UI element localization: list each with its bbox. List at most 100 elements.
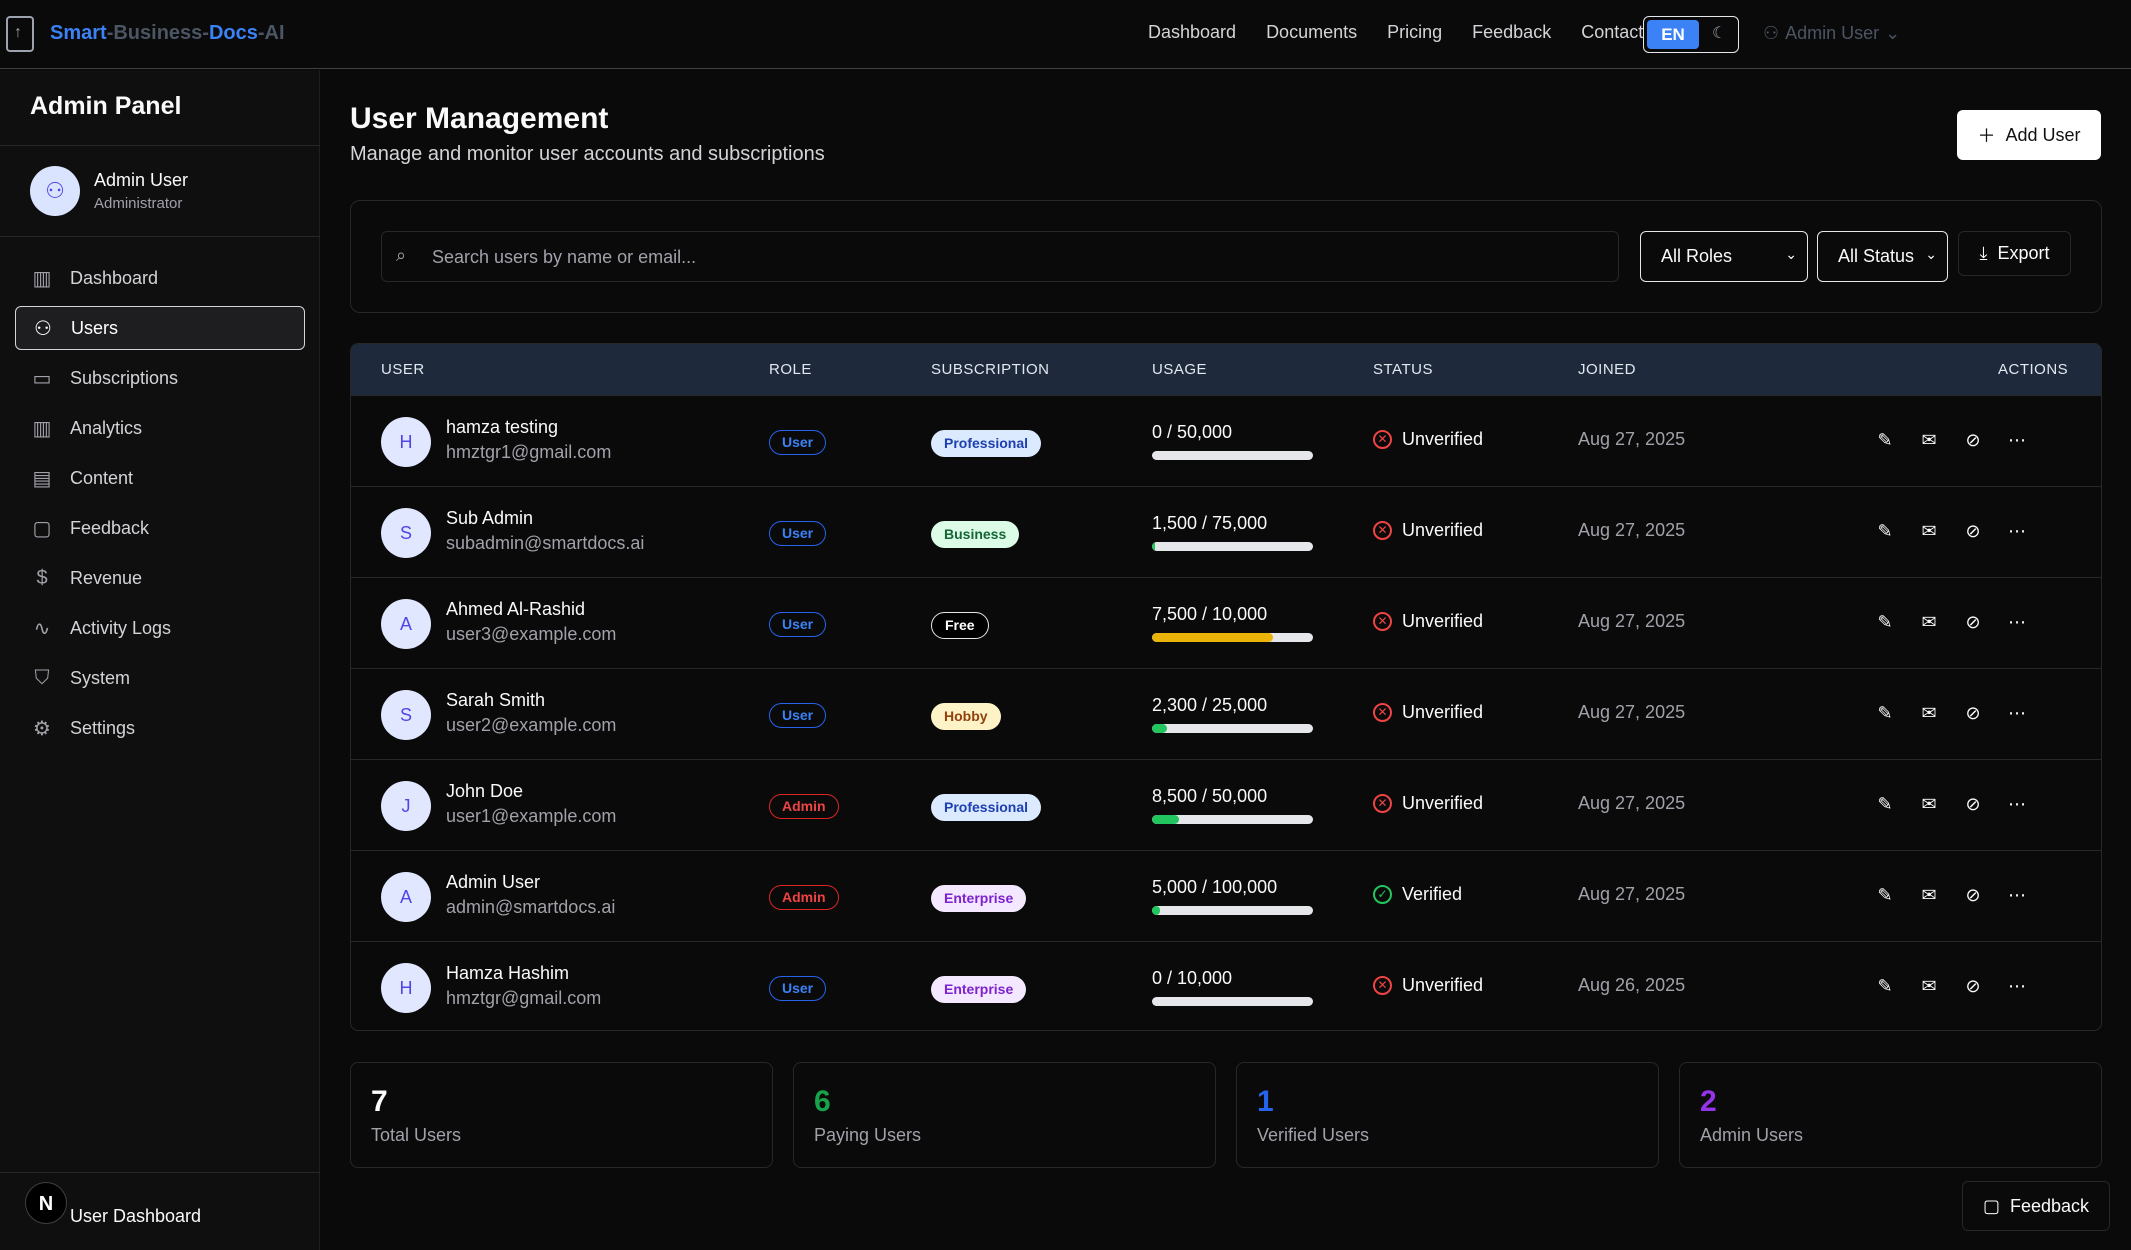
sidebar-item-revenue[interactable]: $ Revenue [15, 556, 305, 600]
sidebar-item-activity-logs[interactable]: ∿ Activity Logs [15, 606, 305, 650]
message-icon: ▢ [1982, 1195, 2000, 1216]
users-icon: ⚇ [34, 317, 52, 340]
table-row[interactable]: A Admin User admin@smartdocs.ai Admin Enterp… [351, 850, 2101, 941]
stat-value: 6 [814, 1085, 831, 1118]
sidebar-item-system[interactable]: ⛉ System [15, 656, 305, 700]
mail-icon[interactable]: ✉ [1917, 610, 1941, 634]
edit-icon[interactable]: ✎ [1873, 701, 1897, 725]
more-options-icon[interactable]: ⋯ [2005, 428, 2029, 452]
usage-text: 8,500 / 50,000 [1152, 786, 1268, 806]
edit-icon[interactable]: ✎ [1873, 428, 1897, 452]
sidebar: Admin Panel ⚇ Admin User Administrator ▥… [0, 70, 320, 1250]
role-filter-select[interactable]: All Roles ⌄ [1640, 231, 1808, 282]
nav-link-pricing[interactable]: Pricing [1387, 22, 1442, 43]
add-user-button[interactable]: ＋ Add User [1957, 110, 2101, 160]
user-name: Ahmed Al-Rashid [446, 599, 586, 619]
ban-icon[interactable]: ⊘ [1961, 701, 1985, 725]
nav-link-documents[interactable]: Documents [1266, 22, 1357, 43]
subscription-badge: Professional [931, 430, 1042, 457]
column-header-role: ROLE [769, 361, 812, 378]
sidebar-item-analytics[interactable]: ▥ Analytics [15, 406, 305, 450]
sidebar-item-dashboard[interactable]: ▥ Dashboard [15, 256, 305, 300]
usage-text: 7,500 / 10,000 [1152, 604, 1268, 624]
role-badge: User [769, 703, 827, 728]
mail-icon[interactable]: ✉ [1917, 428, 1941, 452]
edit-icon[interactable]: ✎ [1873, 792, 1897, 816]
joined-date: Aug 26, 2025 [1578, 975, 1686, 995]
page-subtitle: Manage and monitor user accounts and sub… [350, 143, 825, 165]
edit-icon[interactable]: ✎ [1873, 974, 1897, 998]
sidebar-item-subscriptions[interactable]: ▭ Subscriptions [15, 356, 305, 400]
search-box[interactable]: ⌕ [381, 231, 1619, 282]
usage-text: 2,300 / 25,000 [1152, 695, 1268, 715]
nav-link-contact[interactable]: Contact [1581, 22, 1643, 43]
document-upload-icon[interactable] [6, 16, 34, 52]
stat-label: Admin Users [1700, 1125, 1804, 1145]
usage-text: 0 / 10,000 [1152, 968, 1233, 988]
lang-en-button[interactable]: EN [1647, 20, 1699, 49]
table-row[interactable]: S Sub Admin subadmin@smartdocs.ai User Busin… [351, 486, 2101, 577]
edit-icon[interactable]: ✎ [1873, 883, 1897, 907]
ban-icon[interactable]: ⊘ [1961, 610, 1985, 634]
more-options-icon[interactable]: ⋯ [2005, 610, 2029, 634]
user-menu-label: Admin User [1785, 23, 1880, 43]
filter-card: ⌕ All Roles ⌄ All Status ⌄ ⤓ Export [350, 200, 2102, 313]
language-toggle[interactable]: EN ☾ [1643, 16, 1739, 53]
sidebar-item-users[interactable]: ⚇ Users [15, 306, 305, 350]
sidebar-user-name: Admin User [94, 170, 189, 190]
framework-badge[interactable]: N [25, 1182, 67, 1224]
user-name: Sarah Smith [446, 690, 546, 710]
subscription-badge: Enterprise [931, 885, 1027, 912]
more-options-icon[interactable]: ⋯ [2005, 519, 2029, 543]
ban-icon[interactable]: ⊘ [1961, 519, 1985, 543]
usage-progress-fill [1152, 633, 1273, 642]
chevron-down-icon: ⌄ [1925, 246, 1937, 262]
user-email: user3@example.com [446, 624, 617, 644]
mail-icon[interactable]: ✉ [1917, 701, 1941, 725]
mail-icon[interactable]: ✉ [1917, 519, 1941, 543]
user-dashboard-link[interactable]: User Dashboard [70, 1206, 201, 1227]
subscription-badge: Free [931, 612, 989, 639]
nav-link-feedback[interactable]: Feedback [1472, 22, 1551, 43]
edit-icon[interactable]: ✎ [1873, 519, 1897, 543]
x-circle-icon: ✕ [1373, 703, 1392, 722]
sidebar-item-settings[interactable]: ⚙ Settings [15, 706, 305, 750]
ban-icon[interactable]: ⊘ [1961, 883, 1985, 907]
table-row[interactable]: H Hamza Hashim hmztgr@gmail.com User Enterpr… [351, 941, 2101, 1030]
table-row[interactable]: S Sarah Smith user2@example.com User Hobby 2,… [351, 668, 2101, 759]
ban-icon[interactable]: ⊘ [1961, 792, 1985, 816]
feedback-label: Feedback [2009, 1195, 2090, 1216]
table-row[interactable]: J John Doe user1@example.com Admin Professio… [351, 759, 2101, 850]
brand-logo[interactable]: Smart-Business-Docs-AI [50, 22, 285, 45]
search-input[interactable] [432, 244, 1592, 270]
more-options-icon[interactable]: ⋯ [2005, 974, 2029, 998]
status-filter-select[interactable]: All Status ⌄ [1817, 231, 1948, 282]
more-options-icon[interactable]: ⋯ [2005, 701, 2029, 725]
user-name: Admin User [446, 872, 541, 892]
plus-icon: ＋ [1977, 126, 1996, 146]
user-menu[interactable]: ⚇ Admin User ⌄ [1763, 23, 1900, 44]
divider [0, 1172, 320, 1173]
table-row[interactable]: Hhamza testing hmztgr1@gmail.com User Profe… [351, 395, 2101, 486]
column-header-joined: JOINED [1578, 361, 1637, 378]
edit-icon[interactable]: ✎ [1873, 610, 1897, 634]
table-row[interactable]: A Ahmed Al-Rashid user3@example.com User Fre… [351, 577, 2101, 668]
joined-date: Aug 27, 2025 [1578, 520, 1686, 540]
add-user-label: Add User [2005, 124, 2081, 145]
nav-link-dashboard[interactable]: Dashboard [1148, 22, 1236, 43]
feedback-button[interactable]: ▢ Feedback [1962, 1181, 2110, 1231]
subscription-badge: Enterprise [931, 976, 1027, 1003]
ban-icon[interactable]: ⊘ [1961, 428, 1985, 452]
mail-icon[interactable]: ✉ [1917, 883, 1941, 907]
mail-icon[interactable]: ✉ [1917, 792, 1941, 816]
column-header-status: STATUS [1373, 361, 1433, 378]
moon-icon[interactable]: ☾ [1712, 23, 1726, 43]
more-options-icon[interactable]: ⋯ [2005, 792, 2029, 816]
more-options-icon[interactable]: ⋯ [2005, 883, 2029, 907]
status-text: Unverified [1402, 520, 1484, 540]
ban-icon[interactable]: ⊘ [1961, 974, 1985, 998]
export-button[interactable]: ⤓ Export [1958, 231, 2071, 276]
sidebar-item-feedback[interactable]: ▢ Feedback [15, 506, 305, 550]
mail-icon[interactable]: ✉ [1917, 974, 1941, 998]
sidebar-item-content[interactable]: ▤ Content [15, 456, 305, 500]
